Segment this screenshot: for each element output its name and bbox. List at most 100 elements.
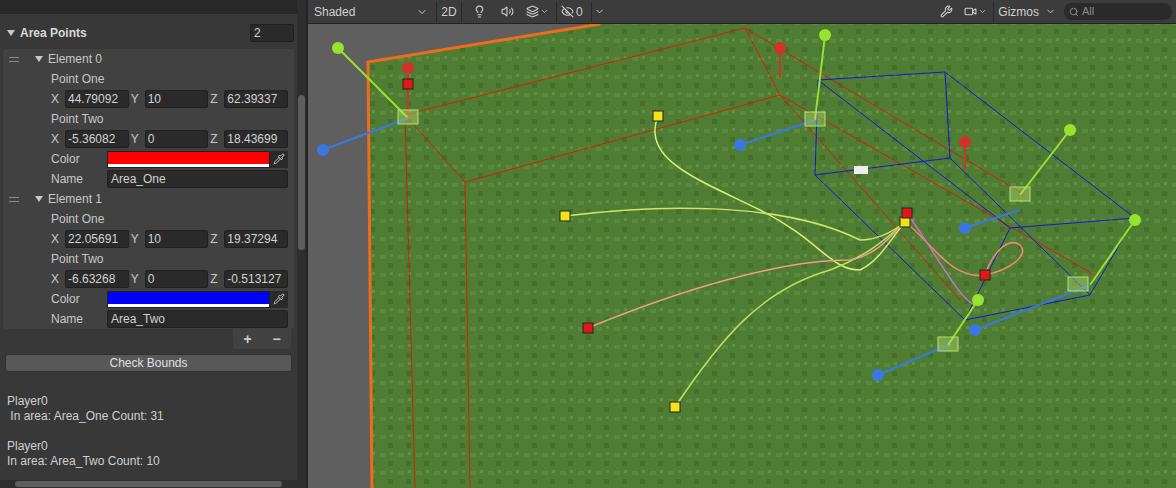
list-title: Area Points	[20, 24, 250, 42]
name-row: NameArea_Two	[3, 309, 292, 329]
name-field[interactable]: Area_Two	[107, 310, 288, 328]
handle-plane-icon[interactable]	[805, 112, 825, 126]
gizmo-arrow-icon[interactable]	[959, 136, 971, 170]
gizmo-arrow-icon[interactable]	[815, 29, 831, 120]
gizmo-arrow-icon[interactable]	[332, 42, 408, 118]
log-entry: Player0In area: Area_Two Count: 10	[7, 439, 290, 469]
eyedropper-icon[interactable]	[273, 153, 285, 165]
gizmo-arrow-icon[interactable]	[969, 285, 1090, 336]
gizmo-arrow-icon[interactable]	[734, 120, 815, 151]
audio-toggle[interactable]	[496, 2, 518, 22]
player-marker-icon[interactable]	[670, 402, 680, 412]
tools-button[interactable]	[935, 2, 957, 22]
field-label: Point One	[3, 69, 292, 89]
axis-label[interactable]: X	[51, 270, 62, 288]
number-field[interactable]: 62.39337	[224, 90, 288, 108]
axis-label[interactable]: X	[51, 230, 62, 248]
handle-plane-icon[interactable]	[1010, 187, 1030, 201]
lighting-toggle[interactable]	[466, 2, 492, 22]
number-field[interactable]: 19.37294	[224, 230, 288, 248]
field-label: Point Two	[3, 109, 292, 129]
player-marker-icon[interactable]	[902, 208, 912, 218]
axis-label[interactable]: Y	[131, 90, 142, 108]
remove-button[interactable]: −	[262, 329, 291, 349]
name-field[interactable]: Area_One	[107, 170, 288, 188]
list-element: Element 1Point OneX22.05691Y10Z19.37294P…	[3, 189, 292, 329]
axis-label[interactable]: X	[51, 90, 62, 108]
gizmo-arrow-icon[interactable]	[317, 118, 408, 156]
2d-toggle[interactable]: 2D	[436, 2, 462, 22]
gizmo-arrow-icon[interactable]	[774, 42, 786, 78]
vector-field: X22.05691Y10Z19.37294	[3, 229, 292, 249]
handle-plane-icon[interactable]	[938, 337, 958, 351]
axis-label[interactable]: Y	[131, 270, 142, 288]
axis-label[interactable]: Y	[131, 130, 142, 148]
tools-icon[interactable]	[940, 5, 953, 18]
number-field[interactable]: 44.79092	[65, 90, 129, 108]
effects-toggle[interactable]	[522, 2, 552, 22]
axis-label[interactable]: Z	[210, 90, 221, 108]
point-field: Point TwoX-6.63268Y0Z-0.513127	[3, 249, 292, 289]
number-field[interactable]: 0	[145, 130, 209, 148]
player-marker-icon[interactable]	[403, 79, 413, 89]
handle-plane-icon[interactable]	[1068, 277, 1088, 291]
player-marker-icon[interactable]	[583, 323, 593, 333]
element-header[interactable]: Element 0	[3, 49, 292, 69]
camera-icon[interactable]	[964, 5, 977, 18]
gizmo-arrow-icon[interactable]	[959, 210, 1020, 234]
add-button[interactable]: +	[233, 329, 262, 349]
number-field[interactable]: 10	[145, 230, 209, 248]
axis-label[interactable]: Z	[210, 270, 221, 288]
list-header[interactable]: Area Points2	[0, 23, 297, 43]
layers-icon[interactable]	[526, 5, 539, 18]
expand-icon[interactable]	[35, 196, 43, 202]
more-dropdown[interactable]	[591, 2, 607, 22]
scene-canvas[interactable]	[308, 24, 1176, 488]
expand-icon[interactable]	[35, 56, 43, 62]
hidden-toggle[interactable]: 0	[556, 2, 587, 22]
search-field[interactable]: All	[1064, 3, 1172, 20]
point-field: Point TwoX-5.36082Y0Z18.43699	[3, 109, 292, 149]
handle-plane-icon[interactable]	[398, 110, 418, 124]
eye-off-icon[interactable]	[561, 5, 574, 18]
drag-handle-icon[interactable]	[9, 197, 19, 202]
count-field[interactable]: 2	[250, 24, 294, 42]
shading-dropdown[interactable]: Shaded	[310, 2, 432, 22]
number-field[interactable]: -5.36082	[65, 130, 129, 148]
axis-label[interactable]: Z	[210, 230, 221, 248]
drag-handle-icon[interactable]	[9, 57, 19, 62]
player-marker-icon[interactable]	[980, 270, 990, 280]
number-field[interactable]: -0.513127	[224, 270, 288, 288]
eyedropper-button[interactable]	[270, 291, 288, 308]
color-swatch[interactable]	[107, 291, 270, 308]
axis-label[interactable]: Y	[131, 230, 142, 248]
lightbulb-icon[interactable]	[473, 5, 486, 18]
horizontal-scrollbar[interactable]	[0, 480, 297, 488]
gizmos-dropdown[interactable]: Gizmos	[993, 2, 1060, 22]
log-output: Player0 In area: Area_One Count: 31Playe…	[0, 394, 297, 469]
number-field[interactable]: 0	[145, 270, 209, 288]
number-field[interactable]: 18.43699	[224, 130, 288, 148]
scrollbar-thumb[interactable]	[298, 95, 305, 250]
void-area	[308, 24, 600, 488]
gizmo-arrow-icon[interactable]	[1090, 214, 1141, 285]
gizmo-arrow-icon[interactable]	[872, 345, 948, 381]
number-field[interactable]: 10	[145, 90, 209, 108]
gizmo-arrow-icon[interactable]	[1020, 124, 1076, 195]
element-header[interactable]: Element 1	[3, 189, 292, 209]
color-swatch[interactable]	[107, 151, 270, 168]
check-bounds-button[interactable]: Check Bounds	[5, 354, 292, 372]
eyedropper-button[interactable]	[270, 151, 288, 168]
number-field[interactable]: 22.05691	[65, 230, 129, 248]
eyedropper-icon[interactable]	[273, 293, 285, 305]
number-field[interactable]: -6.63268	[65, 270, 129, 288]
vertical-scrollbar[interactable]	[297, 0, 306, 488]
color-row: Color	[3, 289, 292, 309]
player-marker-icon[interactable]	[653, 111, 663, 121]
expand-icon[interactable]	[7, 30, 15, 36]
player-marker-icon[interactable]	[560, 211, 570, 221]
axis-label[interactable]: Z	[210, 130, 221, 148]
camera-button[interactable]	[961, 2, 989, 22]
axis-label[interactable]: X	[51, 130, 62, 148]
speaker-icon[interactable]	[501, 5, 514, 18]
